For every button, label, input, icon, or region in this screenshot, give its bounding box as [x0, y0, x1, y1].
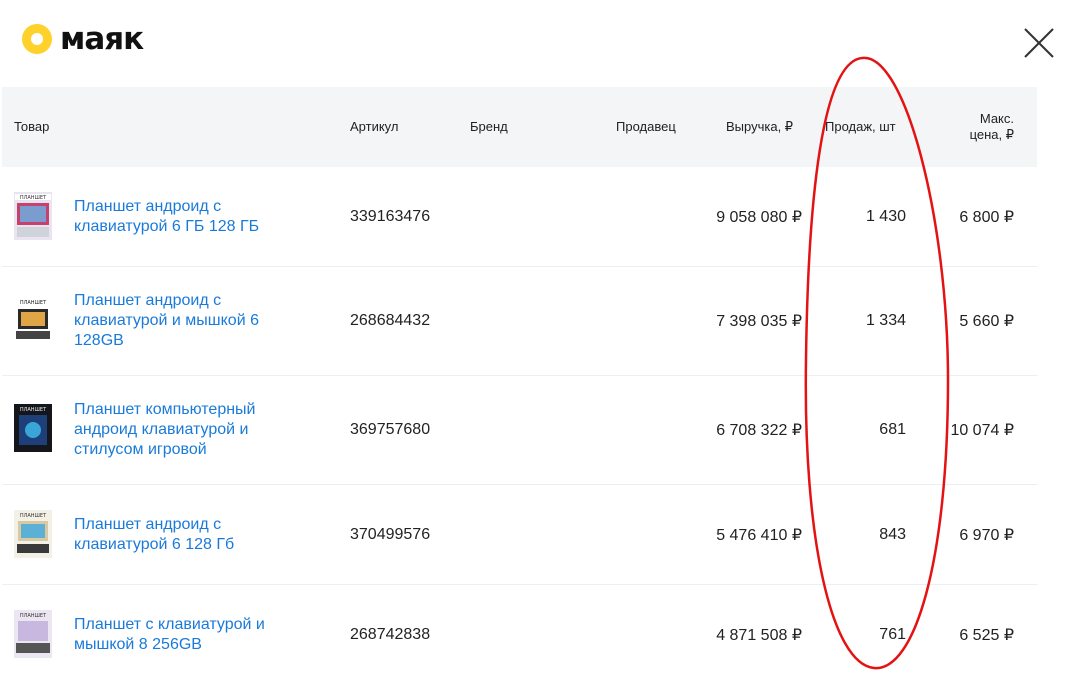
revenue-cell: 5 476 410 ₽ [716, 526, 802, 544]
article-cell: 268742838 [350, 625, 431, 643]
thumb-label: ПЛАНШЕТ [20, 407, 47, 413]
col-brand-header[interactable]: Бренд [470, 87, 508, 167]
product-name-cell[interactable]: Планшет компьютерный андроид клавиатурой… [74, 376, 334, 484]
product-name-link[interactable]: Планшет андроид с клавиатурой и мышкой 6… [74, 291, 259, 351]
revenue-cell: 9 058 080 ₽ [716, 208, 802, 226]
thumb-label: ПЛАНШЕТ [20, 513, 47, 519]
product-thumbnail[interactable]: ПЛАНШЕТ [14, 297, 52, 345]
revenue-cell: 7 398 035 ₽ [716, 313, 802, 330]
product-name-line2: клавиатурой и мышкой 6 [74, 312, 259, 329]
col-max-price-header-line2: цена, ₽ [969, 127, 1014, 142]
product-thumbnail[interactable]: ПЛАНШЕТ [14, 510, 52, 558]
table-row[interactable]: ПЛАНШЕТ Планшет компьютерный андроид кла… [2, 376, 1037, 485]
table-row[interactable]: ПЛАНШЕТ Планшет андроид с клавиатурой 6 … [2, 167, 1037, 267]
product-name-line2: клавиатурой 6 128 Гб [74, 535, 235, 553]
col-product-header[interactable]: Товар [14, 87, 49, 167]
table-row[interactable]: ПЛАНШЕТ Планшет андроид с клавиатурой 6 … [2, 485, 1037, 585]
article-cell: 369757680 [350, 421, 431, 438]
col-sales-header[interactable]: Продаж, шт [825, 87, 896, 167]
product-name-link[interactable]: Планшет с клавиатурой и мышкой 8 256GB [74, 615, 265, 655]
sales-cell: 1 430 [865, 207, 906, 225]
logo-text: маяк [60, 21, 144, 57]
max-price-cell: 5 660 ₽ [959, 313, 1014, 330]
product-thumbnail[interactable]: ПЛАНШЕТ [14, 610, 52, 658]
max-price-cell: 6 970 ₽ [959, 526, 1014, 544]
sales-cell: 761 [879, 625, 906, 643]
article-cell: 370499576 [350, 525, 431, 543]
product-name-link[interactable]: Планшет андроид с клавиатурой 6 ГБ 128 Г… [74, 197, 259, 237]
table-header: Товар Артикул Бренд Продавец Выручка, ₽ … [2, 87, 1037, 167]
close-button[interactable] [1023, 27, 1055, 59]
article-cell: 268684432 [350, 312, 431, 329]
logo-dot-icon [22, 24, 52, 54]
product-name-line3: стилусом игровой [74, 441, 207, 458]
products-table: Товар Артикул Бренд Продавец Выручка, ₽ … [2, 87, 1037, 684]
product-thumbnail[interactable]: ПЛАНШЕТ [14, 192, 52, 240]
product-name-line1: Планшет компьютерный [74, 401, 256, 418]
thumb-label: ПЛАНШЕТ [20, 613, 47, 619]
product-name-line1: Планшет с клавиатурой и [74, 615, 265, 633]
col-max-price-header[interactable]: Макс. цена, ₽ [932, 87, 1014, 167]
col-revenue-header[interactable]: Выручка, ₽ [726, 87, 793, 167]
brand-logo[interactable]: маяк [22, 21, 144, 57]
max-price-cell: 6 800 ₽ [959, 208, 1014, 226]
col-max-price-header-line1: Макс. [979, 111, 1014, 126]
product-name-cell[interactable]: Планшет андроид с клавиатурой 6 128 Гб [74, 485, 334, 584]
max-price-cell: 6 525 ₽ [959, 626, 1014, 644]
product-name-line1: Планшет андроид с [74, 515, 222, 533]
product-name-cell[interactable]: Планшет андроид с клавиатурой 6 ГБ 128 Г… [74, 167, 334, 266]
product-name-cell[interactable]: Планшет с клавиатурой и мышкой 8 256GB [74, 585, 334, 684]
sales-cell: 1 334 [865, 312, 906, 329]
product-thumbnail[interactable]: ПЛАНШЕТ [14, 404, 52, 452]
product-name-line1: Планшет андроид с [74, 292, 222, 309]
table-row[interactable]: ПЛАНШЕТ Планшет с клавиатурой и мышкой 8… [2, 585, 1037, 684]
revenue-cell: 6 708 322 ₽ [716, 422, 802, 439]
product-name-link[interactable]: Планшет компьютерный андроид клавиатурой… [74, 400, 256, 460]
sales-cell: 843 [879, 525, 906, 543]
thumb-label: ПЛАНШЕТ [20, 300, 47, 306]
article-cell: 339163476 [350, 207, 431, 225]
table-row[interactable]: ПЛАНШЕТ Планшет андроид с клавиатурой и … [2, 267, 1037, 376]
revenue-cell: 4 871 508 ₽ [716, 626, 802, 644]
thumb-label: ПЛАНШЕТ [20, 195, 47, 201]
product-name-link[interactable]: Планшет андроид с клавиатурой 6 128 Гб [74, 515, 234, 555]
max-price-cell: 10 074 ₽ [950, 422, 1014, 439]
product-name-line3: 128GB [74, 332, 124, 349]
product-name-cell[interactable]: Планшет андроид с клавиатурой и мышкой 6… [74, 267, 334, 375]
close-icon [1024, 28, 1054, 58]
product-name-line1: Планшет андроид с [74, 197, 222, 215]
product-name-line2: клавиатурой 6 ГБ 128 ГБ [74, 217, 260, 235]
product-name-line2: мышкой 8 256GB [74, 635, 202, 653]
sales-cell: 681 [879, 421, 906, 438]
col-seller-header[interactable]: Продавец [616, 87, 676, 167]
col-article-header[interactable]: Артикул [350, 87, 398, 167]
product-name-line2: андроид клавиатурой и [74, 421, 249, 438]
